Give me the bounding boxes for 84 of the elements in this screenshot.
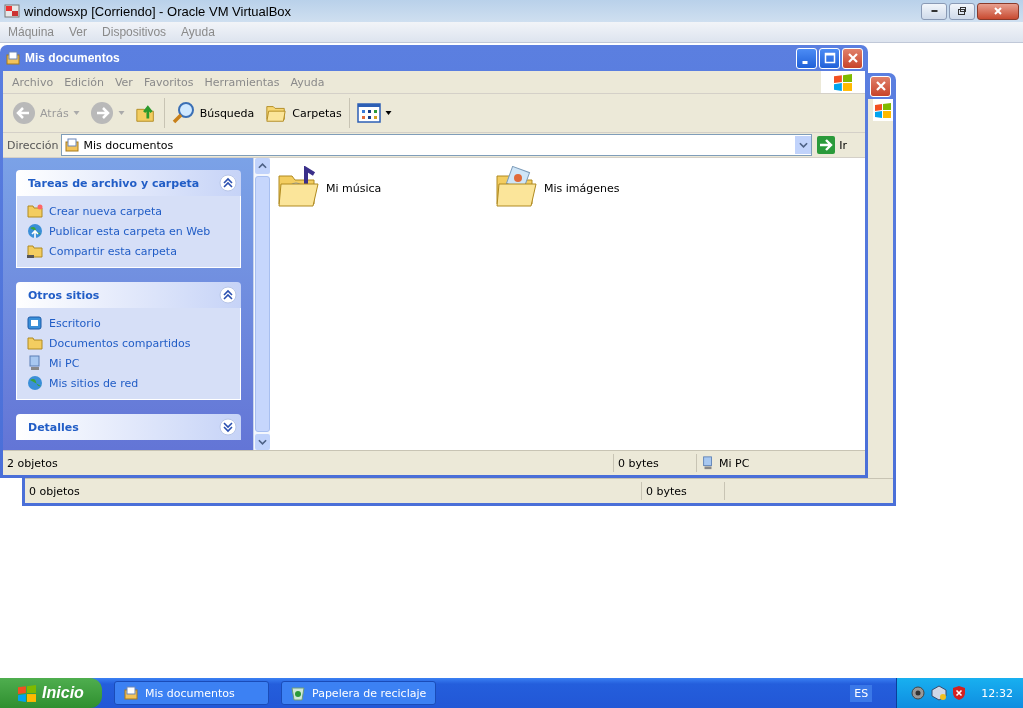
task-link[interactable]: Mis sitios de red [49,376,139,390]
computer-icon [701,456,715,470]
menu-item[interactable]: Favoritos [138,75,199,89]
task-link[interactable]: Crear nueva carpeta [49,204,163,218]
maximize-icon [823,52,836,64]
restore-icon [957,6,967,16]
folder-icon [27,335,43,351]
close-icon [846,52,859,64]
folders-button[interactable]: Carpetas [261,100,345,126]
language-indicator[interactable]: ES [850,684,873,702]
window-title: Mis documentos [25,51,121,65]
menu-item[interactable]: Máquina [8,25,55,39]
search-icon [171,101,196,125]
close-button[interactable] [977,2,1019,20]
windows-flag-icon [18,684,37,702]
shield-icon[interactable] [951,685,968,701]
dropdown-caret-icon [72,111,80,115]
shared-folder-icon [27,243,43,259]
recycle-bin-icon [290,685,306,701]
chevron-up-icon [257,163,267,169]
documents-icon [5,50,21,66]
windows-flag-icon [834,73,852,91]
address-label: Dirección [7,138,59,152]
panel-header[interactable]: Detalles [16,414,241,440]
status-text: 0 objetos [25,482,642,500]
cube-icon[interactable] [931,685,948,701]
menu-item[interactable]: Ayuda [181,25,215,39]
minimize-icon [801,60,808,64]
panel-header[interactable]: Otros sitios [16,282,241,308]
minimize-button[interactable] [921,2,947,20]
clock: 12:32 [981,686,1013,700]
task-link[interactable]: Documentos compartidos [49,336,191,350]
task-link[interactable]: Compartir esta carpeta [49,244,177,258]
task-link[interactable]: Publicar esta carpeta en Web [49,224,211,238]
windows-flag-icon [875,102,891,118]
vertical-scrollbar[interactable] [253,158,270,450]
minimize-icon [930,10,938,12]
chevron-down-icon [798,142,808,148]
menu-item[interactable]: Archivo [7,75,59,89]
folder-item[interactable]: Mis imágenes [494,166,712,210]
status-text: 0 bytes [642,482,725,500]
menu-item[interactable]: Ver [69,25,88,39]
task-link[interactable]: Mi PC [49,356,80,370]
music-folder-icon [276,166,320,210]
menu-item[interactable]: Ver [109,75,138,89]
menu-item[interactable]: Dispositivos [102,25,167,39]
menu-item[interactable]: Edición [59,75,109,89]
folder-icon [27,203,43,219]
close-icon [993,6,1003,16]
pictures-folder-icon [494,166,538,210]
menu-item[interactable]: Herramientas [199,75,285,89]
dropdown-button[interactable] [795,136,812,154]
desktop-icon [27,315,43,331]
right-arrow-icon [817,136,836,154]
search-button[interactable]: Búsqueda [168,99,258,127]
speaker-icon[interactable] [911,685,928,701]
task-link[interactable]: Escritorio [49,316,101,330]
expand-icon[interactable] [219,418,237,436]
status-text: 2 objetos [3,454,614,472]
status-text: 0 bytes [614,454,697,472]
computer-icon [27,355,43,371]
go-button[interactable]: Ir [815,136,861,154]
maximize-button[interactable] [949,2,975,20]
host-window-title: windowsxp [Corriendo] - Oracle VM VirtualBox [24,3,293,19]
collapse-icon[interactable] [219,174,237,192]
folder-item[interactable]: Mi música [276,166,494,210]
address-field[interactable]: Mis documentos [61,134,813,156]
app-window-icon [4,3,20,19]
globe-icon [27,223,43,239]
dropdown-caret-icon [117,111,125,115]
view-grid-icon [356,103,381,123]
taskbar-button[interactable]: Mis documentos [114,681,269,705]
collapse-icon[interactable] [219,286,237,304]
documents-icon [64,137,81,153]
taskbar-button[interactable]: Papelera de reciclaje [281,681,436,705]
panel-header[interactable]: Tareas de archivo y carpeta [16,170,241,196]
status-text: Mi PC [719,456,750,470]
start-button[interactable]: Inicio [0,678,102,708]
dropdown-caret-icon [384,111,392,115]
menu-item[interactable]: Ayuda [285,75,330,89]
documents-icon [123,685,139,701]
chevron-down-icon [257,439,267,445]
globe-icon [27,375,43,391]
close-icon [874,80,887,92]
